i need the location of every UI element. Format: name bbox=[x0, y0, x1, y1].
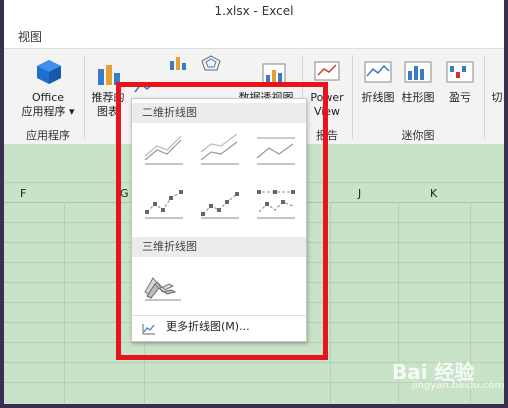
column-header-j[interactable]: J bbox=[358, 187, 361, 200]
sparkline-winloss-icon[interactable] bbox=[446, 61, 474, 87]
excel-window: 1.xlsx - Excel 视图 Office 应用程序 ▾ 应用程序 推荐的… bbox=[4, 0, 504, 404]
sparkline-line-icon[interactable] bbox=[364, 61, 392, 87]
slicer-button-partial[interactable]: 切 bbox=[490, 91, 504, 105]
separator bbox=[352, 55, 353, 139]
group-sparklines-label: 迷你图 bbox=[401, 129, 435, 142]
tab-view[interactable]: 视图 bbox=[18, 28, 42, 45]
menu-bar: 视图 bbox=[4, 22, 504, 48]
radar-chart-icon[interactable] bbox=[200, 55, 222, 75]
sparkline-column-button[interactable]: 柱形图 bbox=[398, 91, 438, 105]
sparkline-line-button[interactable]: 折线图 bbox=[358, 91, 398, 105]
column-header-k[interactable]: K bbox=[430, 187, 437, 200]
grid-line bbox=[64, 202, 65, 404]
sparkline-column-icon[interactable] bbox=[404, 61, 432, 87]
title-bar: 1.xlsx - Excel bbox=[4, 0, 504, 22]
group-apps-label: 应用程序 bbox=[26, 129, 70, 142]
office-apps-button[interactable]: Office 应用程序 ▾ bbox=[18, 91, 78, 119]
grid-line bbox=[330, 202, 331, 404]
separator bbox=[484, 55, 485, 139]
office-apps-label-1: Office bbox=[31, 91, 65, 104]
sparkline-winloss-button[interactable]: 盈亏 bbox=[442, 91, 478, 105]
column-header-f[interactable]: F bbox=[20, 187, 26, 200]
separator bbox=[84, 55, 85, 139]
red-highlight-box bbox=[116, 82, 328, 360]
window-title: 1.xlsx - Excel bbox=[214, 4, 294, 18]
column-chart-icon[interactable] bbox=[168, 55, 190, 75]
office-apps-icon[interactable] bbox=[36, 59, 62, 89]
baidu-watermark-url: jingyan.baidu.com bbox=[412, 380, 504, 391]
office-apps-label-2: 应用程序 ▾ bbox=[21, 105, 75, 118]
